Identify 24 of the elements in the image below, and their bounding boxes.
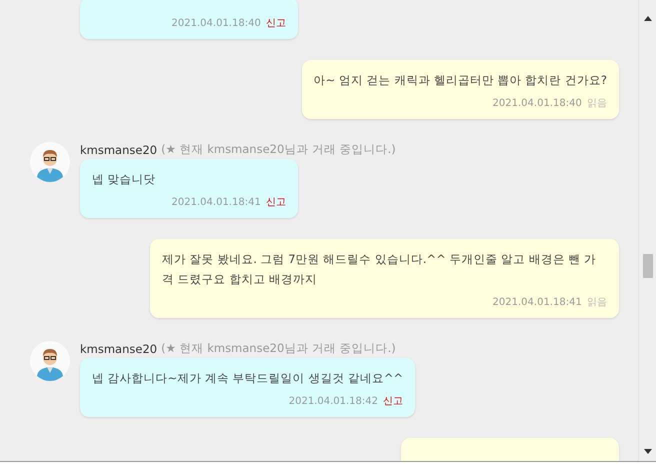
read-status: 읽음	[587, 98, 607, 109]
scrollbar[interactable]	[638, 0, 656, 461]
report-link[interactable]: 신고	[266, 197, 286, 208]
sender-name: kmsmanse20	[80, 142, 158, 156]
message-time: 2021.04.01.18:41	[492, 297, 582, 308]
scrollbar-thumb[interactable]	[642, 254, 652, 278]
trade-notice: (★ 현재 kmsmanse20님과 거래 중입니다.)	[161, 341, 396, 356]
message-time: 2021.04.01.18:40	[492, 98, 582, 109]
report-link[interactable]: 신고	[383, 396, 404, 407]
message-time: 2021.04.01.18:42	[288, 396, 378, 407]
avatar-icon	[30, 341, 70, 381]
avatar-icon	[30, 142, 70, 182]
message-text: 제가 잘못 봤네요. 그럼 7만원 해드릴수 있습니다.^^ 두개인줄 알고 배경은 뺀 가격 드렸구요 합치고 배경까지	[162, 251, 598, 288]
read-status: 읽음	[587, 297, 607, 308]
message-text: 넵 감사합니다~제가 계속 부탁드릴일이 생길것 같네요^^	[92, 370, 404, 387]
scroll-down-icon[interactable]	[644, 449, 652, 454]
sender-name: kmsmanse20	[80, 342, 158, 356]
message-text: 아~ 엄지 걷는 캐릭과 헬리곱터만 뽑아 합치란 건가요?	[314, 72, 607, 89]
message-time: 2021.04.01.18:40	[172, 18, 261, 29]
scroll-up-icon[interactable]	[644, 16, 652, 21]
message-time: 2021.04.01.18:41	[172, 197, 261, 208]
message-text: 넵 맞습니닷	[92, 171, 157, 188]
trade-notice: (★ 현재 kmsmanse20님과 거래 중입니다.)	[161, 142, 396, 157]
report-link[interactable]: 신고	[266, 18, 286, 29]
